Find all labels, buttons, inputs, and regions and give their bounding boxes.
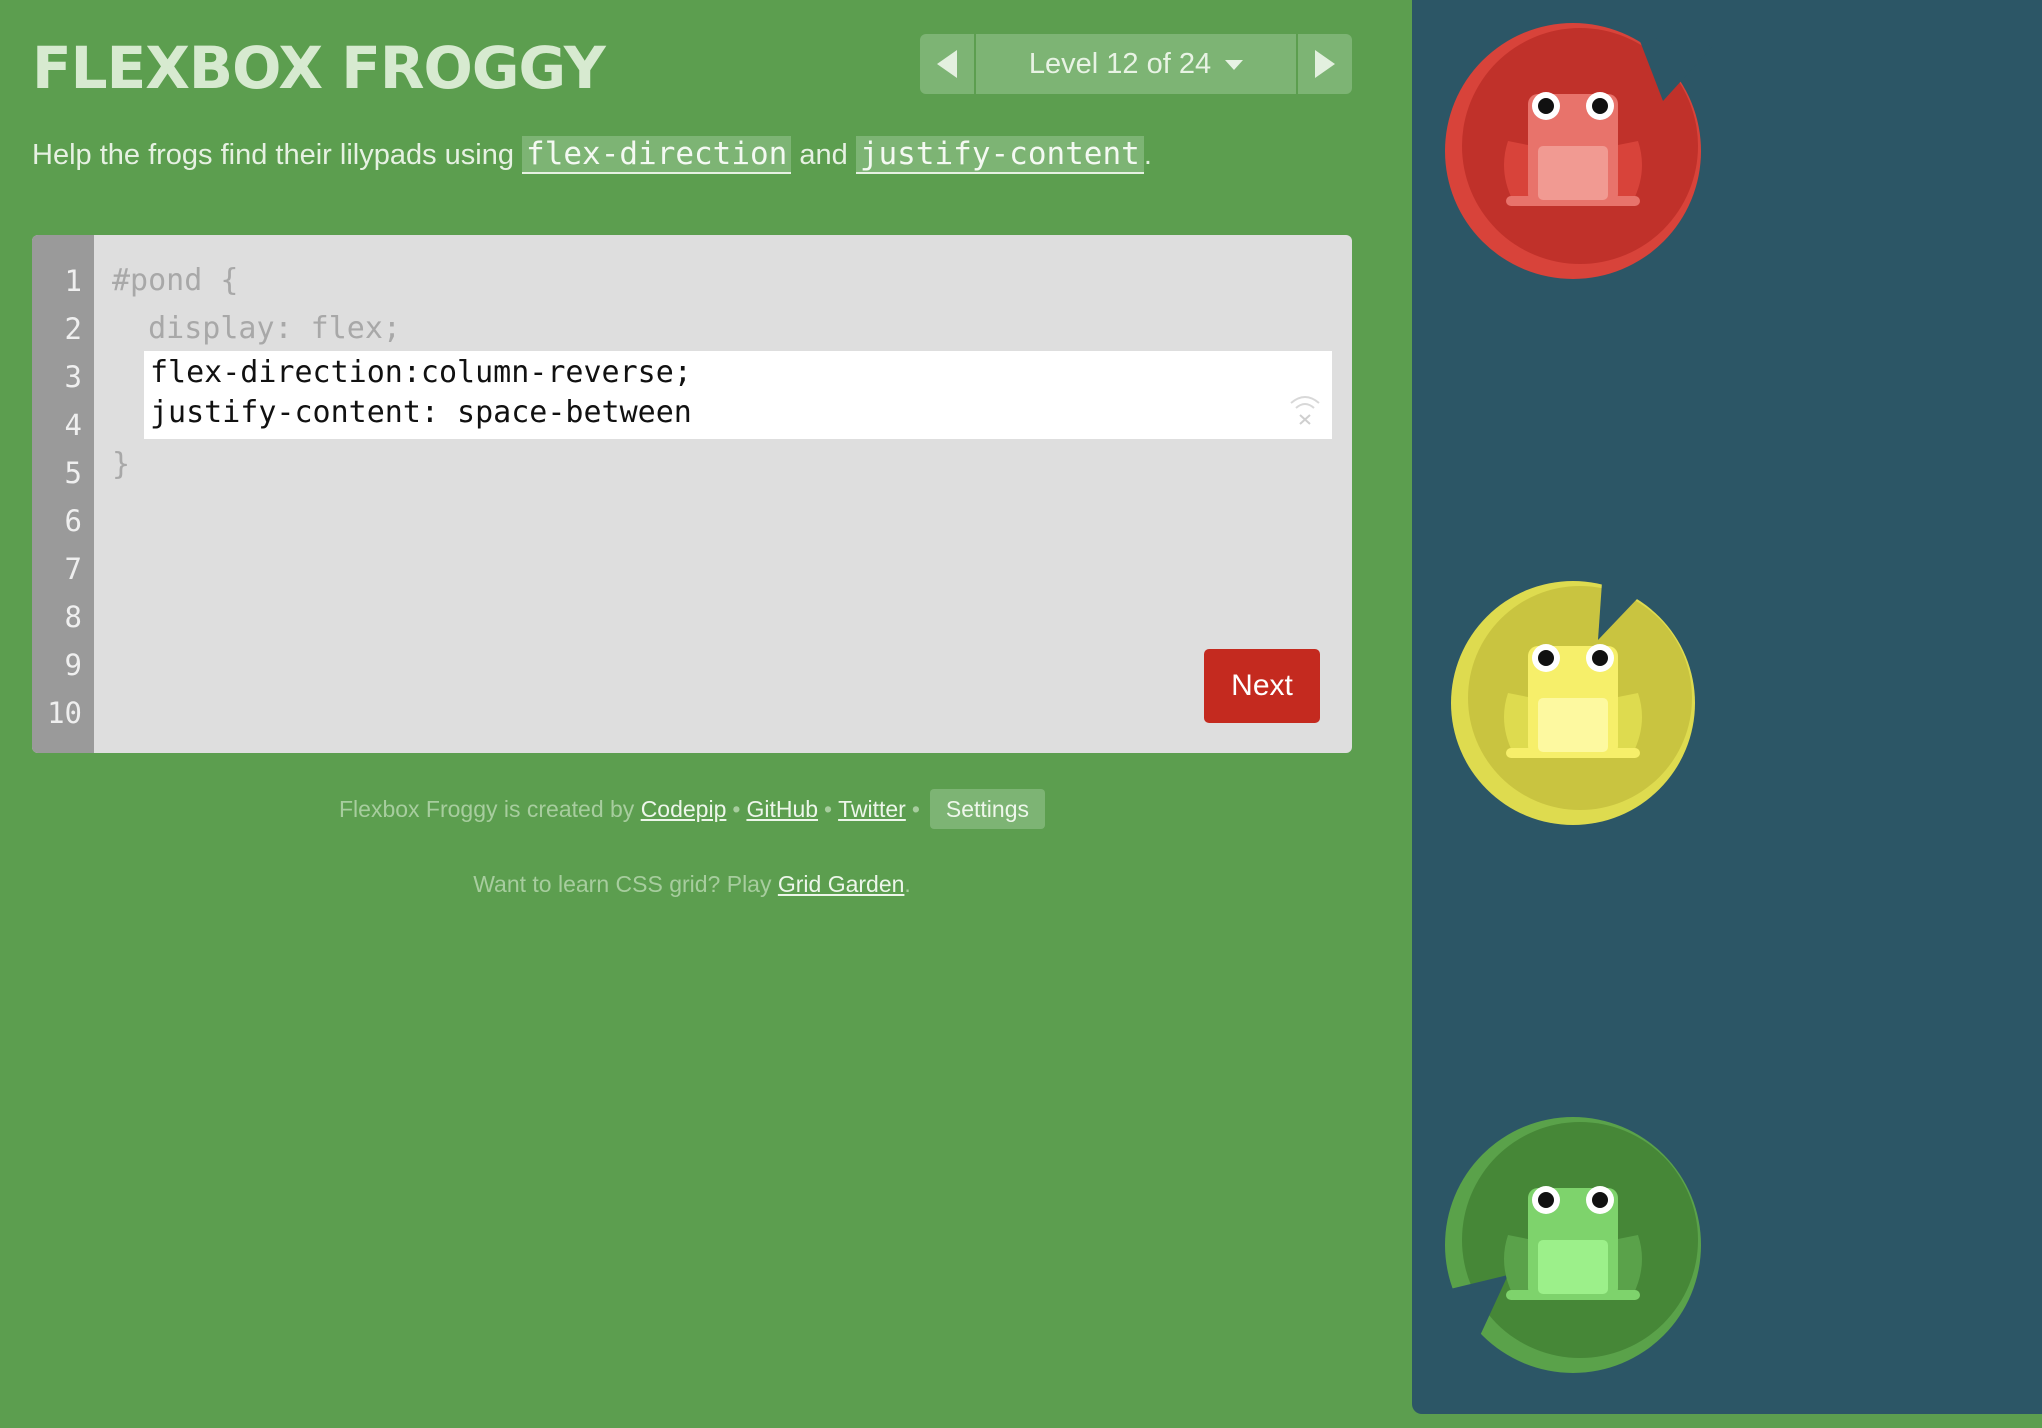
github-link[interactable]: GitHub	[746, 796, 818, 822]
bullet-separator: •	[911, 796, 920, 822]
line-number: 7	[64, 552, 82, 586]
code-term-justify-content: justify-content	[855, 136, 1144, 174]
line-number: 4	[64, 408, 82, 442]
page-title: FLEXBOX FROGGY	[32, 34, 606, 102]
arrow-left-icon	[937, 50, 957, 78]
settings-button[interactable]: Settings	[929, 789, 1045, 829]
red-lilypad-icon	[1445, 23, 1713, 279]
level-indicator-dropdown[interactable]: Level 12 of 24	[976, 34, 1296, 94]
code-line-selector: #pond {	[112, 263, 239, 298]
caret-down-icon	[1225, 60, 1244, 70]
app-root: FLEXBOX FROGGY Level 12 of 24 Help the f…	[0, 0, 2042, 1428]
code-line-display: display: flex;	[112, 311, 401, 346]
css-input[interactable]	[144, 351, 1332, 439]
code-term-flex-direction: flex-direction	[522, 136, 792, 174]
line-number: 2	[64, 312, 82, 346]
red-frog-on-lilypad	[1428, 6, 1718, 296]
pond	[1412, 0, 2042, 1414]
level-indicator-label: Level 12 of 24	[1028, 47, 1212, 80]
arrow-right-icon	[1315, 50, 1335, 78]
line-number: 9	[64, 648, 82, 682]
code-line-closing: }	[112, 447, 131, 482]
instructions-middle: and	[791, 139, 856, 171]
line-number: 3	[64, 360, 82, 394]
instructions-suffix: .	[1143, 139, 1152, 171]
yellow-frog-on-lilypad	[1428, 558, 1718, 848]
line-number-gutter: 1 2 3 4 5 6 7 8 9 10	[32, 235, 94, 753]
codepip-link[interactable]: Codepip	[641, 796, 727, 822]
grid-garden-link[interactable]: Grid Garden	[778, 871, 905, 897]
green-lilypad-icon	[1445, 1117, 1701, 1373]
previous-level-button[interactable]	[920, 34, 974, 94]
line-number: 6	[64, 504, 82, 538]
green-frog-on-lilypad	[1428, 1100, 1718, 1390]
css-editor: 1 2 3 4 5 6 7 8 9 10 #pond { display: fl…	[32, 235, 1352, 753]
promo-suffix: .	[904, 871, 911, 897]
credits-prefix: Flexbox Froggy is created by	[339, 796, 641, 822]
instructions-prefix: Help the frogs find their lilypads using	[32, 139, 523, 171]
bullet-separator: •	[824, 796, 833, 822]
twitter-link[interactable]: Twitter	[838, 796, 906, 822]
instructions: Help the frogs find their lilypads using…	[32, 132, 1352, 177]
promo-prefix: Want to learn CSS grid? Play	[473, 871, 778, 897]
line-number: 1	[64, 264, 82, 298]
line-number: 8	[64, 600, 82, 634]
sidebar: FLEXBOX FROGGY Level 12 of 24 Help the f…	[0, 0, 1412, 1428]
credits: Flexbox Froggy is created by Codepip • Git…	[0, 789, 1384, 829]
level-navigation: Level 12 of 24	[920, 34, 1352, 94]
wifi-off-icon	[1290, 396, 1320, 425]
bullet-separator: •	[732, 796, 741, 822]
line-number: 10	[47, 696, 82, 730]
yellow-lilypad-icon	[1451, 568, 1695, 825]
grid-garden-promo: Want to learn CSS grid? Play Grid Garden…	[0, 864, 1384, 904]
next-level-arrow-button[interactable]	[1298, 34, 1352, 94]
line-number: 5	[64, 456, 82, 490]
next-button[interactable]: Next	[1204, 649, 1320, 723]
